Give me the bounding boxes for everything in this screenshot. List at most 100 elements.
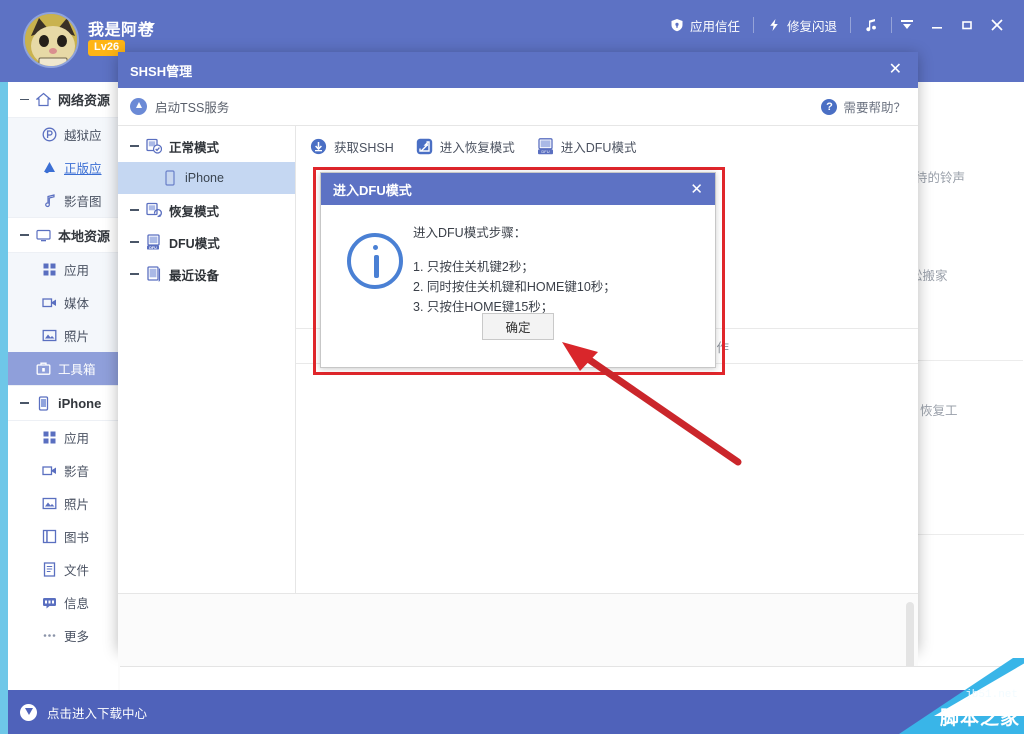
dfu-close-button[interactable]: ✕ (690, 180, 703, 198)
iphone-icon (162, 170, 178, 186)
sidebar-item-toolbox-label: 工具箱 (58, 359, 96, 378)
enter-dfu-mode-button[interactable]: DFU 进入DFU模式 (537, 137, 637, 156)
phone-icon (36, 396, 51, 411)
svg-text:DFU: DFU (541, 149, 549, 154)
bolt-icon (767, 18, 781, 32)
download-center-button[interactable]: 点击进入下载中心 (20, 690, 147, 734)
tree-collapse-icon-4[interactable] (130, 273, 139, 275)
shsh-close-button[interactable]: ✕ (885, 62, 906, 78)
avatar-cat-image (25, 14, 79, 68)
tree-collapse-icon-2[interactable] (130, 209, 139, 211)
shsh-subtoolbar: 启动TSS服务 ? 需要帮助？ (118, 88, 918, 126)
info-icon (347, 233, 403, 289)
tree-collapse-icon[interactable] (130, 145, 139, 147)
sidebar-item-official-apps-label: 正版应 (64, 158, 102, 177)
photo-icon (42, 328, 57, 343)
get-shsh-button[interactable]: 获取SHSH (310, 137, 394, 156)
bg-fragment-restore: 恢复工 (920, 400, 958, 419)
dfu-mode-icon: DFU (146, 234, 162, 250)
dfu-dialog-title: 进入DFU模式 (333, 180, 412, 199)
need-help-button[interactable]: ? 需要帮助？ (821, 97, 906, 116)
message-icon (42, 595, 57, 610)
sidebar-item-iphone-apps-label: 应用 (64, 428, 89, 447)
maximize-icon (961, 19, 973, 31)
dfu-dialog-titlebar: 进入DFU模式 ✕ (321, 173, 715, 205)
sidebar: 网络资源 越狱应 正版应 影音图 本地资源 (8, 82, 120, 690)
music-button[interactable] (851, 12, 891, 38)
more-menu-button[interactable] (892, 12, 922, 38)
tree-item-normal-mode[interactable]: 正常模式 (118, 130, 295, 162)
dfu-dialog-body: 进入DFU模式步骤： 1. 只按住关机键2秒； 2. 同时按住关机键和HOME键… (321, 205, 715, 317)
sidebar-item-iphone-video[interactable]: 影音 (8, 454, 119, 487)
sidebar-item-iphone-messages-label: 信息 (64, 593, 89, 612)
download-icon (20, 704, 37, 721)
sidebar-item-jailbreak-apps[interactable]: 越狱应 (8, 118, 119, 151)
collapse-minus-icon[interactable] (20, 99, 29, 101)
svg-text:DFU: DFU (149, 246, 157, 250)
sidebar-group-iphone[interactable]: iPhone (8, 385, 119, 421)
dfu-step-1: 1. 只按住关机键2秒； (413, 257, 616, 277)
collapse-minus-icon-2[interactable] (20, 234, 29, 236)
sidebar-item-local-apps-label: 应用 (64, 260, 89, 279)
app-trust-button[interactable]: 应用信任 (657, 12, 753, 38)
recovery-mode-icon (146, 202, 162, 218)
photo-icon-2 (42, 496, 57, 511)
get-shsh-label: 获取SHSH (334, 137, 394, 156)
dfu-step-2: 2. 同时按住关机键和HOME键10秒； (413, 277, 616, 297)
sidebar-item-iphone-photos[interactable]: 照片 (8, 487, 119, 520)
sidebar-item-media-library[interactable]: 影音图 (8, 184, 119, 217)
minimize-button[interactable] (922, 12, 952, 38)
app-trust-label: 应用信任 (690, 16, 740, 35)
sidebar-item-iphone-more-label: 更多 (64, 626, 89, 645)
sidebar-item-iphone-books[interactable]: 图书 (8, 520, 119, 553)
maximize-button[interactable] (952, 12, 982, 38)
dfu-badge-icon: DFU (537, 138, 554, 155)
recent-device-icon (146, 266, 162, 282)
dfu-dialog: 进入DFU模式 ✕ 进入DFU模式步骤： 1. 只按住关机键2秒； 2. 同时按… (320, 172, 716, 368)
collapse-minus-icon-3[interactable] (20, 402, 29, 404)
tree-item-dfu-mode-label: DFU模式 (169, 233, 220, 252)
tree-item-recent-devices[interactable]: 最近设备 (118, 258, 295, 290)
tree-item-iphone[interactable]: iPhone (118, 162, 295, 194)
enter-dfu-mode-label: 进入DFU模式 (561, 137, 637, 156)
shsh-window-title: SHSH管理 (130, 61, 192, 80)
jailbreak-icon (42, 127, 57, 142)
fix-crash-label: 修复闪退 (787, 16, 837, 35)
sidebar-item-iphone-apps[interactable]: 应用 (8, 421, 119, 454)
sidebar-item-local-media[interactable]: 媒体 (8, 286, 119, 319)
sidebar-item-local-apps[interactable]: 应用 (8, 253, 119, 286)
close-button[interactable] (982, 12, 1012, 38)
sidebar-group-local[interactable]: 本地资源 (8, 217, 119, 253)
tree-item-dfu-mode[interactable]: DFU DFU模式 (118, 226, 295, 258)
avatar[interactable] (23, 12, 79, 68)
shsh-toolbar: 获取SHSH 进入恢复模式 DFU 进入DFU模式 (296, 126, 918, 166)
tree-item-recent-devices-label: 最近设备 (169, 265, 219, 284)
tree-item-recovery-mode[interactable]: 恢复模式 (118, 194, 295, 226)
download-center-label: 点击进入下载中心 (47, 703, 147, 722)
bottom-bar: 点击进入下载中心 (8, 690, 1024, 734)
sidebar-item-iphone-more[interactable]: 更多 (8, 619, 119, 652)
monitor-icon (36, 228, 51, 243)
download-circle-icon (310, 138, 327, 155)
sidebar-group-local-label: 本地资源 (58, 226, 110, 245)
fix-crash-button[interactable]: 修复闪退 (754, 12, 850, 38)
apps-icon-2 (42, 430, 57, 445)
dfu-confirm-button[interactable]: 确定 (482, 313, 554, 340)
sidebar-item-local-photos[interactable]: 照片 (8, 319, 119, 352)
home-icon (36, 92, 51, 107)
tss-service-label[interactable]: 启动TSS服务 (155, 97, 229, 116)
sidebar-item-iphone-files[interactable]: 文件 (8, 553, 119, 586)
enter-recovery-mode-button[interactable]: 进入恢复模式 (416, 137, 515, 156)
tree-collapse-icon-3[interactable] (130, 241, 139, 243)
sidebar-item-iphone-messages[interactable]: 信息 (8, 586, 119, 619)
tss-service-icon (130, 98, 147, 115)
apps-icon (42, 262, 57, 277)
window-left-edge (0, 0, 8, 734)
sidebar-item-local-photos-label: 照片 (64, 326, 89, 345)
sidebar-item-media-library-label: 影音图 (64, 191, 102, 210)
sidebar-item-official-apps[interactable]: 正版应 (8, 151, 119, 184)
sidebar-item-toolbox[interactable]: 工具箱 (8, 352, 119, 385)
sidebar-group-network[interactable]: 网络资源 (8, 82, 119, 118)
user-dropdown-caret-icon[interactable] (145, 23, 155, 29)
video-icon (42, 295, 57, 310)
